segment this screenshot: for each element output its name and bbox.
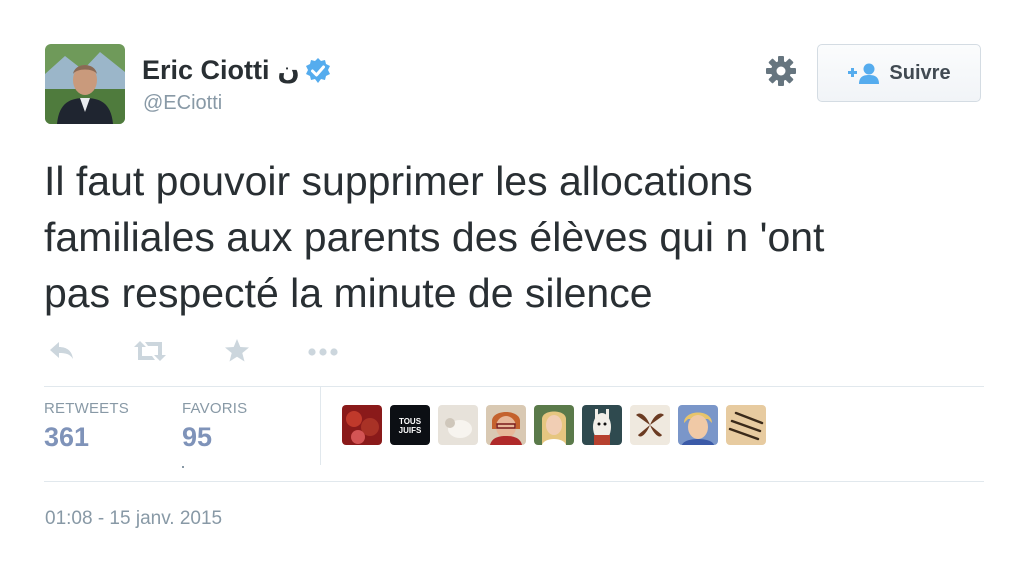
tweet-timestamp[interactable]: 01:08 - 15 janv. 2015 — [45, 508, 222, 530]
author-name-row[interactable]: Eric Ciotti ن — [142, 55, 332, 86]
favoriter-avatar[interactable] — [438, 405, 478, 445]
tweet-line-2: familiales aux parents des élèves qui n … — [44, 214, 825, 260]
retweets-label[interactable]: RETWEETS — [44, 400, 129, 417]
favoriters-avatars: TOUS JUIFS — [342, 405, 766, 445]
author-avatar[interactable] — [45, 44, 125, 124]
favorites-count[interactable]: 95 — [182, 422, 212, 453]
more-icon[interactable] — [306, 336, 342, 366]
reply-icon[interactable] — [46, 336, 76, 366]
stats-top-divider — [44, 386, 984, 387]
stats-vertical-divider — [320, 387, 321, 465]
favoriter-avatar[interactable] — [342, 405, 382, 445]
favoriter-avatar[interactable] — [582, 405, 622, 445]
favoriter-avatar[interactable] — [630, 405, 670, 445]
favoriter-avatar[interactable] — [534, 405, 574, 445]
author-handle[interactable]: @ECiotti — [143, 92, 222, 115]
favoriter-avatar-text: TOUS JUIFS — [398, 417, 422, 435]
gear-icon[interactable] — [764, 54, 798, 88]
follow-button-label: Suivre — [889, 61, 951, 84]
author-name[interactable]: Eric Ciotti — [142, 55, 270, 86]
stats-dot — [182, 466, 184, 468]
favorites-label[interactable]: FAVORIS — [182, 400, 247, 417]
favoriter-avatar[interactable] — [486, 405, 526, 445]
tweet-text: Il faut pouvoir supprimer les allocation… — [44, 153, 964, 321]
stats-bottom-divider — [44, 481, 984, 482]
retweet-icon[interactable] — [132, 336, 168, 366]
tweet-line-1: Il faut pouvoir supprimer les allocation… — [44, 158, 753, 204]
favoriter-avatar-text-logo[interactable]: TOUS JUIFS — [390, 405, 430, 445]
favoriter-avatar[interactable] — [726, 405, 766, 445]
favoriter-avatar[interactable] — [678, 405, 718, 445]
author-name-arabic-mark: ن — [277, 55, 300, 86]
verified-badge-icon — [305, 57, 330, 83]
add-user-icon — [848, 63, 880, 84]
follow-button[interactable]: Suivre — [817, 44, 981, 102]
retweets-count[interactable]: 361 — [44, 422, 89, 453]
tweet-line-3: pas respecté la minute de silence — [44, 270, 653, 316]
favorite-icon[interactable] — [223, 336, 251, 366]
